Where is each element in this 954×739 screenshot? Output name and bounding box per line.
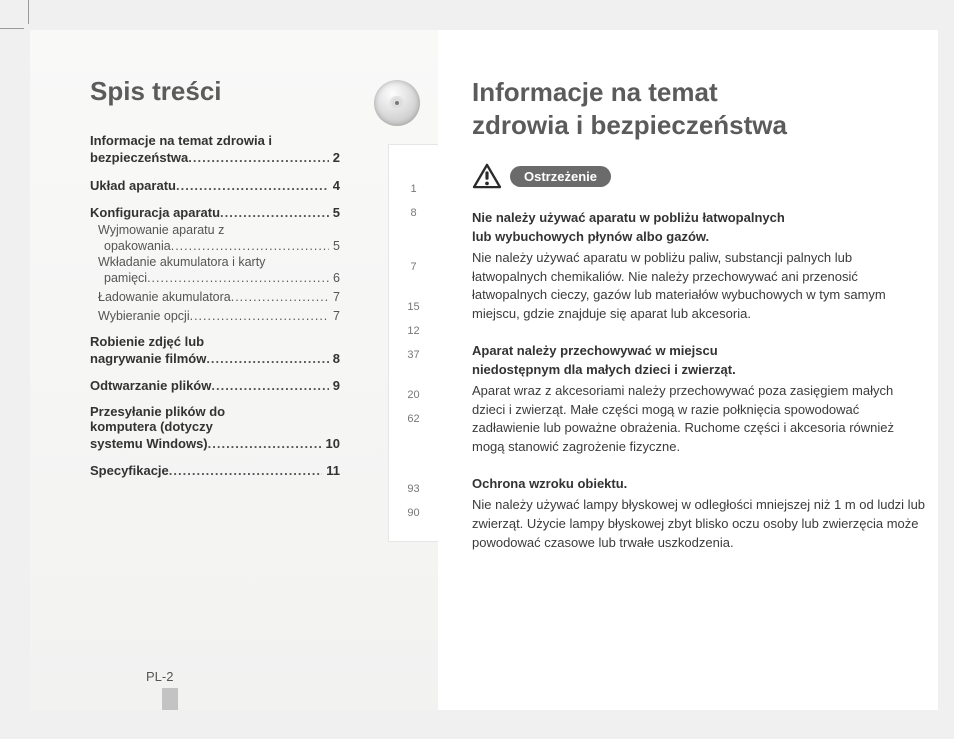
toc-item: Robienie zdjęć lub nagrywanie filmów 8 [90, 334, 340, 369]
toc-leader [176, 176, 329, 196]
toc-item: Konfiguracja aparatu 5 [90, 203, 340, 223]
index-number: 15 [407, 297, 419, 317]
index-number: 8 [410, 203, 416, 223]
index-number: 1 [410, 179, 416, 199]
section-title: Informacje na temat zdrowia i bezpieczeń… [472, 76, 928, 141]
toc-subitem: Wkładanie akumulatora i karty pamięci 6 [90, 255, 340, 288]
toc-leader [206, 349, 328, 369]
safety-section: Ochrona wzroku obiektu. Nie należy używa… [472, 475, 928, 552]
toc-label: Odtwarzanie plików [90, 376, 211, 396]
toc-label: systemu Windows) [90, 434, 208, 454]
toc-label: Wybieranie opcji [98, 307, 190, 326]
toc-label: pamięci [98, 269, 147, 288]
index-number: 12 [407, 321, 419, 341]
section-body: Aparat wraz z akcesoriami należy przecho… [472, 382, 928, 457]
toc-page: 4 [329, 176, 340, 196]
toc-label: Informacje na temat zdrowia i [90, 133, 340, 148]
page-index-strip: 1 8 7 15 12 37 20 62 93 90 [388, 144, 438, 542]
toc-page: 10 [322, 434, 340, 454]
toc-subitem: Wybieranie opcji 7 [90, 307, 340, 326]
left-column: Spis treści Informacje na temat zdrowia … [30, 30, 438, 710]
toc-label: opakowania [98, 237, 171, 256]
toc-leader [211, 376, 328, 396]
toc-leader [188, 148, 329, 168]
toc-item: Odtwarzanie plików 9 [90, 376, 340, 396]
toc-leader [208, 434, 322, 454]
toc-page: 5 [329, 203, 340, 223]
toc-label: Przesyłanie plików do [90, 404, 340, 419]
index-number: 7 [410, 257, 416, 277]
safety-section: Nie należy używać aparatu w pobliżu łatw… [472, 209, 928, 324]
index-number: 20 [407, 385, 419, 405]
safety-section: Aparat należy przechowywać w miejscu nie… [472, 342, 928, 457]
toc-leader [231, 288, 329, 307]
section-heading: Ochrona wzroku obiektu. [472, 475, 928, 494]
toc-leader [220, 203, 329, 223]
toc-page: 7 [329, 307, 340, 326]
section-body: Nie należy używać lampy błyskowej w odle… [472, 496, 928, 553]
toc-page: 11 [322, 461, 340, 481]
toc-label: Wkładanie akumulatora i karty [98, 255, 340, 269]
toc-label: Specyfikacje [90, 461, 169, 481]
toc-item: Informacje na temat zdrowia i bezpieczeń… [90, 133, 340, 168]
section-body: Nie należy używać aparatu w pobliżu pali… [472, 249, 928, 324]
warning-header: Ostrzeżenie [472, 163, 928, 189]
toc-label: Robienie zdjęć lub [90, 334, 340, 349]
warning-pill: Ostrzeżenie [510, 166, 611, 187]
toc-item: Układ aparatu 4 [90, 176, 340, 196]
title-line: zdrowia i bezpieczeństwa [472, 110, 787, 140]
table-of-contents: Informacje na temat zdrowia i bezpieczeń… [90, 133, 340, 481]
toc-label: Wyjmowanie aparatu z [98, 223, 340, 237]
disc-icon [374, 80, 420, 126]
toc-label: Ładowanie akumulatora [98, 288, 231, 307]
toc-leader [147, 269, 329, 288]
crop-mark [28, 0, 29, 24]
page-number-bar [162, 688, 178, 710]
toc-page: 7 [329, 288, 340, 307]
toc-subitem: Wyjmowanie aparatu z opakowania 5 [90, 223, 340, 256]
section-heading: Aparat należy przechowywać w miejscu nie… [472, 342, 928, 380]
toc-page: 2 [329, 148, 340, 168]
index-number: 93 [407, 479, 419, 499]
toc-item: Przesyłanie plików do komputera (dotyczy… [90, 404, 340, 454]
right-column: Informacje na temat zdrowia i bezpieczeń… [438, 30, 938, 710]
toc-label: nagrywanie filmów [90, 349, 206, 369]
toc-label: komputera (dotyczy [90, 419, 340, 434]
crop-mark [0, 28, 24, 29]
toc-page: 6 [329, 269, 340, 288]
toc-leader [171, 237, 329, 256]
toc-label: Układ aparatu [90, 176, 176, 196]
section-heading: Nie należy używać aparatu w pobliżu łatw… [472, 209, 928, 247]
toc-leader [190, 307, 329, 326]
title-line: Informacje na temat [472, 77, 718, 107]
toc-page: 5 [329, 237, 340, 256]
page-number: PL-2 [146, 669, 173, 684]
page-spread: Spis treści Informacje na temat zdrowia … [30, 30, 938, 710]
toc-leader [169, 461, 322, 481]
toc-subitem: Ładowanie akumulatora 7 [90, 288, 340, 307]
toc-item: Specyfikacje 11 [90, 461, 340, 481]
index-number: 62 [407, 409, 419, 429]
toc-page: 8 [329, 349, 340, 369]
toc-label: Konfiguracja aparatu [90, 203, 220, 223]
toc-page: 9 [329, 376, 340, 396]
toc-title: Spis treści [90, 76, 418, 107]
toc-label: bezpieczeństwa [90, 148, 188, 168]
index-number: 37 [407, 345, 419, 365]
index-number: 90 [407, 503, 419, 523]
warning-triangle-icon [472, 163, 502, 189]
